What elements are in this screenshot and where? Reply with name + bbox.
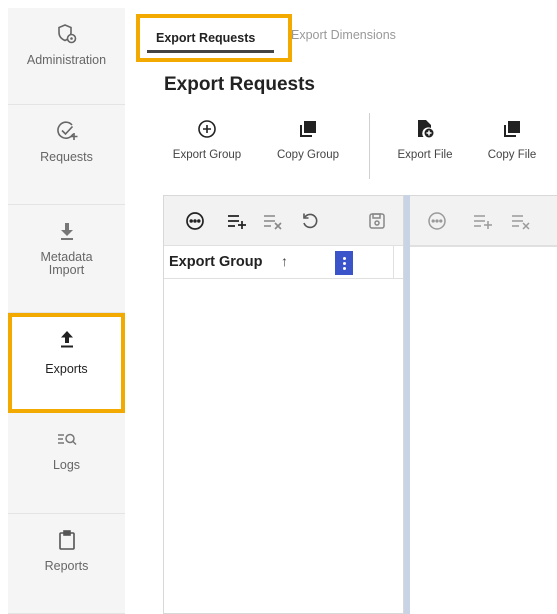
copy-group-button[interactable]: Copy Group bbox=[270, 117, 346, 161]
sidebar-item-exports[interactable]: Exports bbox=[8, 313, 125, 413]
sort-ascending-icon[interactable]: ↑ bbox=[281, 253, 288, 269]
copy-group-label: Copy Group bbox=[276, 149, 339, 161]
copy-icon bbox=[297, 118, 319, 145]
sidebar-item-label: Reports bbox=[44, 559, 89, 573]
check-add-icon bbox=[55, 119, 79, 143]
clipboard-icon bbox=[55, 528, 79, 552]
copy-file-button[interactable]: Copy File bbox=[480, 117, 544, 161]
tab-label: Export Requests bbox=[156, 31, 256, 45]
file-add-icon bbox=[414, 118, 436, 145]
add-row-icon[interactable] bbox=[472, 210, 494, 232]
tab-strip: Export Requests Export Dimensions bbox=[136, 14, 557, 62]
export-file-label: Export File bbox=[397, 149, 453, 161]
save-icon[interactable] bbox=[366, 210, 388, 232]
grid-toolbar bbox=[410, 196, 557, 246]
column-header-export-group[interactable]: Export Group bbox=[169, 254, 262, 270]
grid-header-divider bbox=[410, 246, 557, 247]
active-tab-indicator bbox=[147, 50, 274, 53]
sidebar-item-metadata-import[interactable]: Metadata Import bbox=[8, 205, 125, 313]
app-root: Administration Requests Metadata Import … bbox=[0, 0, 557, 614]
sidebar-item-administration[interactable]: Administration bbox=[8, 8, 125, 105]
column-menu-button[interactable] bbox=[335, 251, 353, 275]
log-search-icon bbox=[55, 427, 79, 451]
grid-column-header: Export Group ↑ bbox=[164, 246, 403, 279]
export-file-button[interactable]: Export File bbox=[393, 117, 457, 161]
page-title: Export Requests bbox=[164, 74, 315, 95]
sidebar-item-requests[interactable]: Requests bbox=[8, 105, 125, 205]
copy-file-label: Copy File bbox=[487, 149, 537, 161]
sidebar-item-label: Exports bbox=[45, 362, 88, 376]
column-divider bbox=[393, 246, 394, 279]
toolbar-separator bbox=[369, 113, 370, 179]
undo-icon[interactable] bbox=[299, 210, 321, 232]
sidebar-item-reports[interactable]: Reports bbox=[8, 514, 125, 614]
tab-export-dimensions[interactable]: Export Dimensions bbox=[291, 28, 396, 42]
download-icon bbox=[55, 219, 79, 243]
more-options-icon[interactable] bbox=[426, 210, 448, 232]
sidebar-nav: Administration Requests Metadata Import … bbox=[8, 8, 125, 614]
export-file-grid bbox=[410, 195, 557, 614]
grid-toolbar bbox=[164, 196, 403, 246]
export-group-button[interactable]: Export Group bbox=[165, 117, 249, 161]
more-options-icon[interactable] bbox=[184, 210, 206, 232]
sidebar-item-logs[interactable]: Logs bbox=[8, 413, 125, 514]
tab-export-requests[interactable]: Export Requests bbox=[136, 14, 292, 62]
sidebar-item-label: Logs bbox=[52, 458, 81, 472]
delete-row-icon[interactable] bbox=[510, 210, 532, 232]
upload-icon bbox=[55, 327, 79, 351]
export-group-grid: Export Group ↑ bbox=[163, 195, 404, 614]
add-row-icon[interactable] bbox=[226, 210, 248, 232]
add-circle-icon bbox=[196, 118, 218, 145]
copy-icon bbox=[501, 118, 523, 145]
export-group-label: Export Group bbox=[172, 149, 242, 161]
sidebar-item-label: Requests bbox=[40, 150, 93, 164]
admin-shield-icon bbox=[55, 22, 79, 46]
sidebar-item-label: Metadata Import bbox=[40, 250, 93, 277]
sidebar-item-label: Administration bbox=[26, 53, 107, 67]
delete-row-icon[interactable] bbox=[262, 210, 284, 232]
